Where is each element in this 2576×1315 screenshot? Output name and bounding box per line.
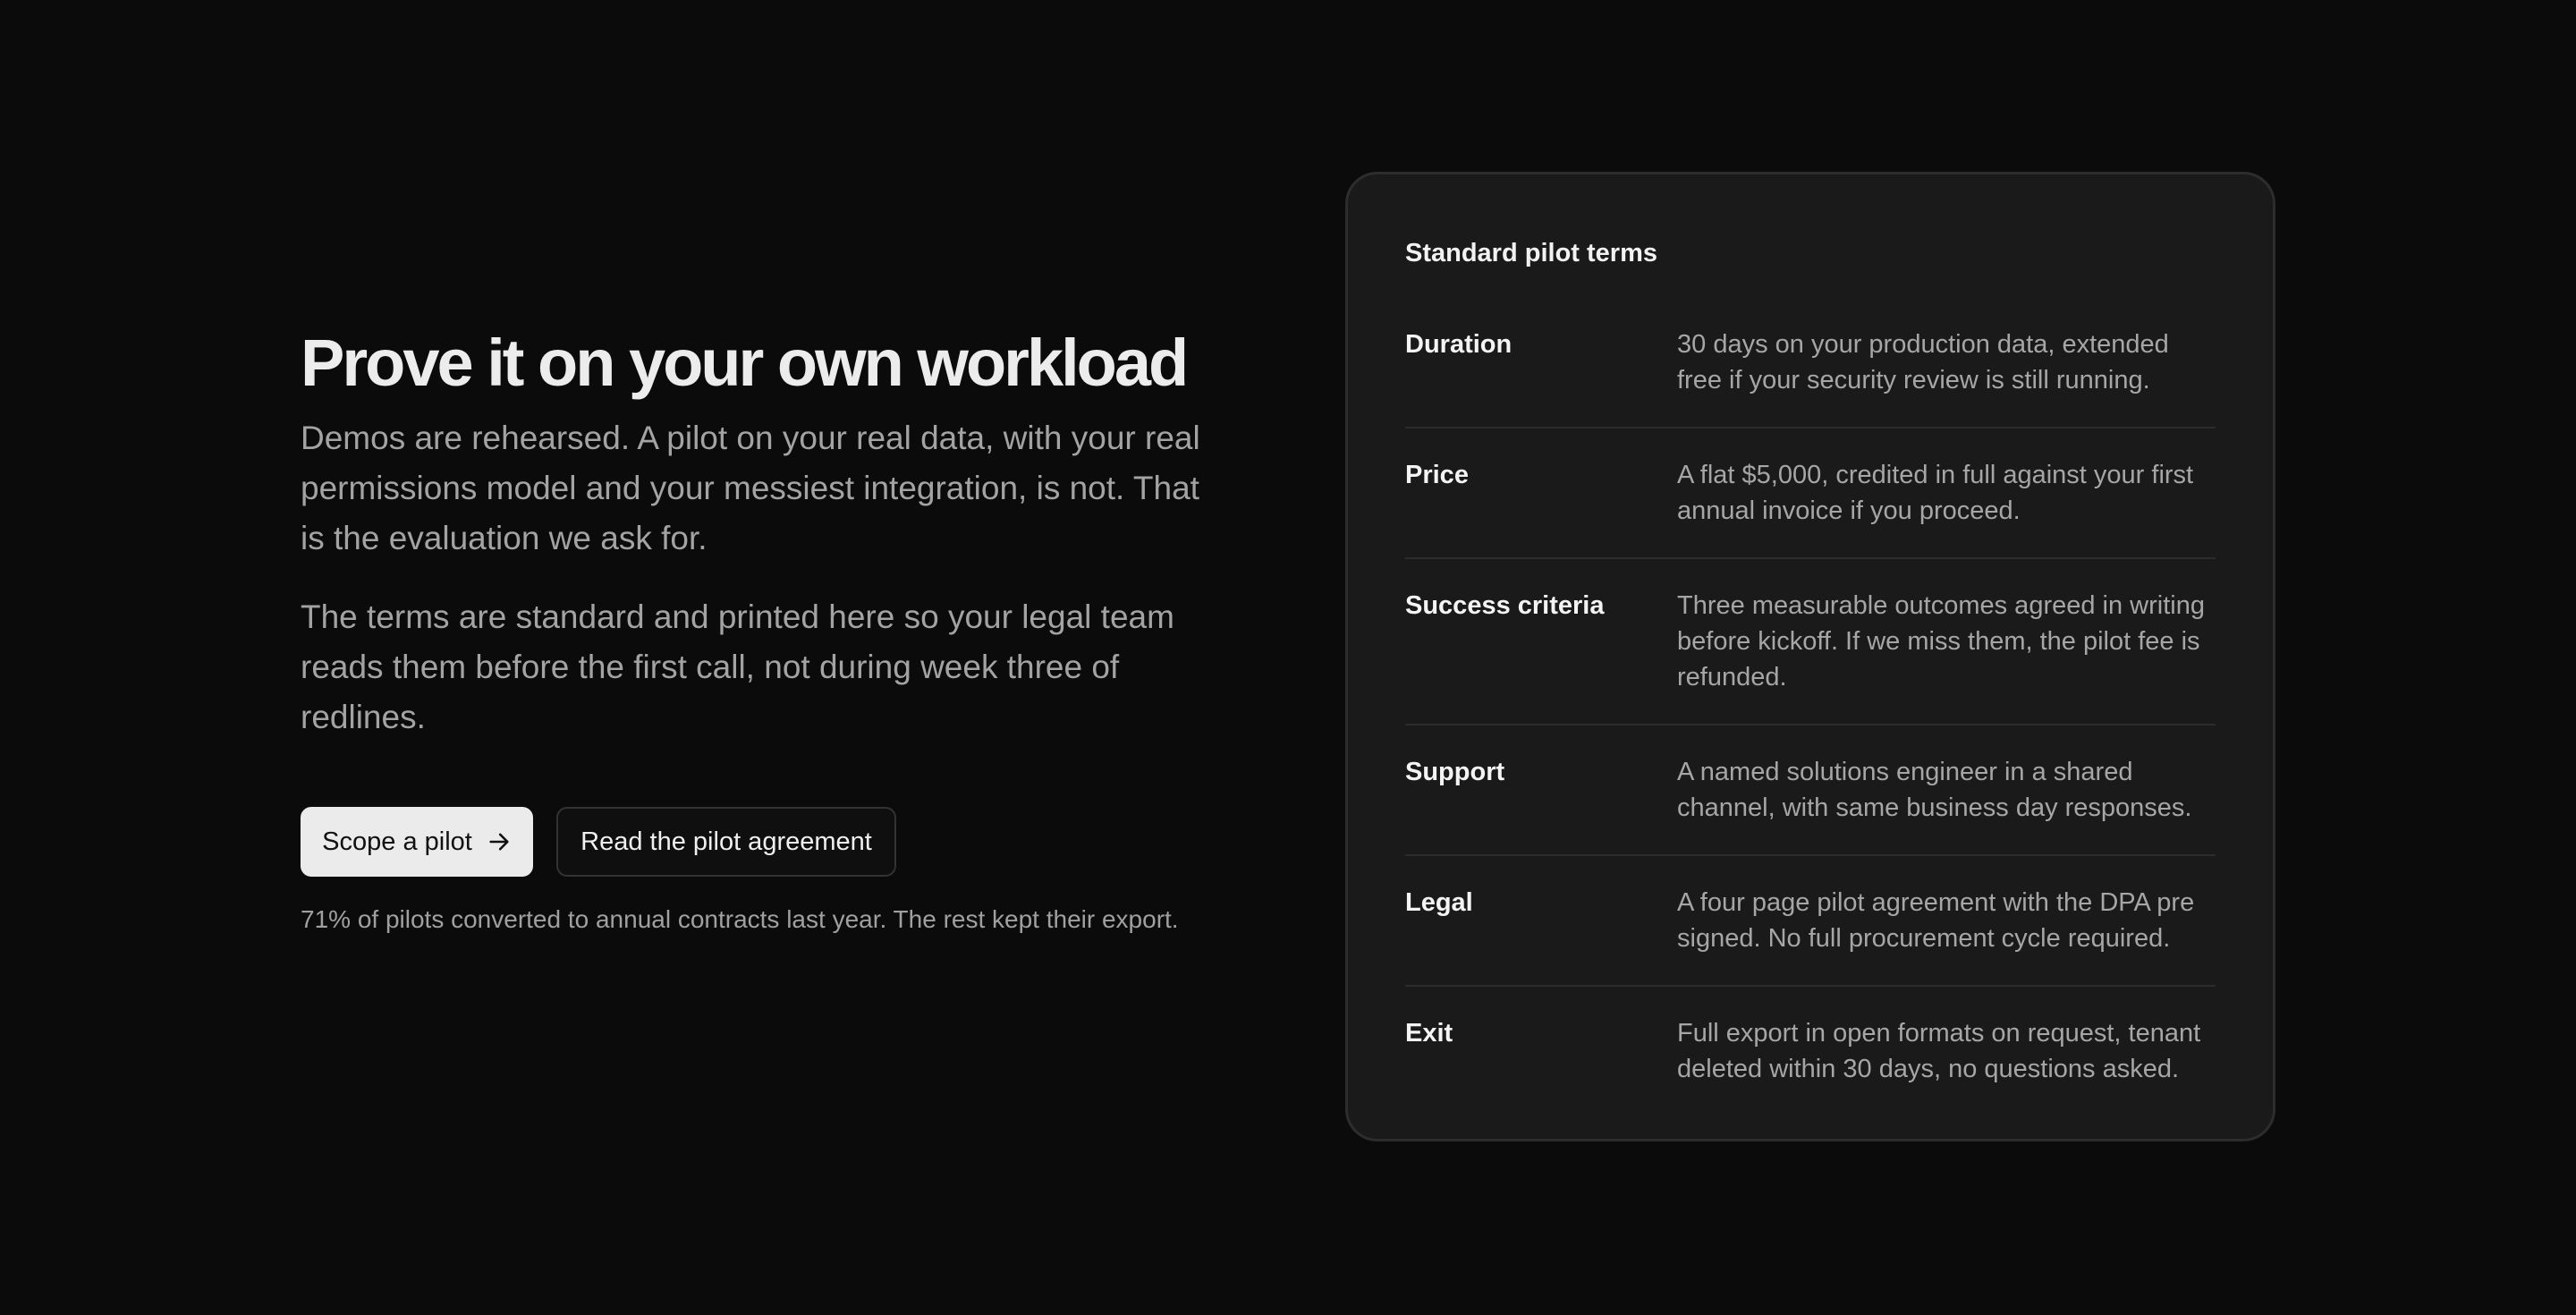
term-value: A flat $5,000, credited in full against … [1677,461,2194,525]
term-value: Three measurable outcomes agreed in writ… [1677,591,2205,691]
scope-pilot-label: Scope a pilot [322,827,472,856]
term-label: Support [1405,758,1505,786]
term-value: Full export in open formats on request, … [1677,1019,2201,1083]
conversion-footnote: 71% of pilots converted to annual contra… [301,905,1179,933]
hero-section: Prove it on your own workload Demos are … [301,324,1249,937]
terms-list: Duration 30 days on your production data… [1405,300,2216,1116]
term-value: A four page pilot agreement with the DPA… [1677,888,2195,953]
scope-pilot-button[interactable]: Scope a pilot [301,807,533,877]
term-label: Duration [1405,330,1513,359]
pilot-terms-card: Standard pilot terms Duration 30 days on… [1345,172,2275,1141]
term-row-exit: Exit Full export in open formats on requ… [1405,985,2216,1116]
term-row-success-criteria: Success criteria Three measurable outcom… [1405,557,2216,724]
term-label: Price [1405,461,1469,489]
term-value: 30 days on your production data, extende… [1677,330,2169,394]
page-title: Prove it on your own workload [301,326,1189,400]
term-row-price: Price A flat $5,000, credited in full ag… [1405,427,2216,557]
term-label: Exit [1405,1019,1453,1048]
term-label: Legal [1405,888,1473,917]
term-row-duration: Duration 30 days on your production data… [1405,300,2216,427]
terms-paragraph: The terms are standard and printed here … [301,598,1174,735]
cta-group: Scope a pilot Read the pilot agreement [301,807,1249,877]
card-title: Standard pilot terms [1405,239,1657,267]
read-agreement-button[interactable]: Read the pilot agreement [556,807,896,877]
read-agreement-label: Read the pilot agreement [580,827,872,856]
intro-paragraph: Demos are rehearsed. A pilot on your rea… [301,420,1200,556]
arrow-right-icon [489,833,509,851]
term-label: Success criteria [1405,591,1605,620]
term-value: A named solutions engineer in a shared c… [1677,758,2192,822]
term-row-legal: Legal A four page pilot agreement with t… [1405,854,2216,985]
term-row-support: Support A named solutions engineer in a … [1405,724,2216,854]
